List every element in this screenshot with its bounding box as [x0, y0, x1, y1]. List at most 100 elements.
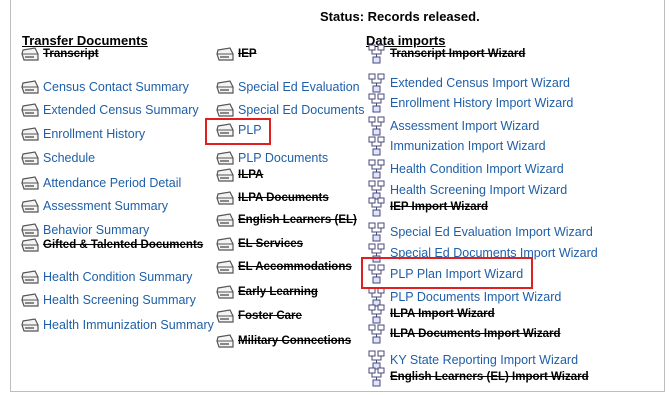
transfer-item-label: Behavior Summary: [43, 223, 150, 237]
transfer-item-label: Schedule: [43, 151, 96, 165]
transfer-item-label: Health Condition Summary: [43, 270, 193, 284]
document-icon: [215, 284, 235, 300]
doc-item-label: PLP Documents: [238, 151, 329, 165]
import-item-immunization-import-wizard[interactable]: Immunization Import Wizard: [367, 136, 546, 156]
import-item-iep-import-wizard: IEP Import Wizard: [367, 197, 488, 217]
import-item-label: Assessment Import Wizard: [390, 119, 540, 133]
import-item-label: KY State Reporting Import Wizard: [390, 353, 579, 367]
import-item-label: Health Screening Import Wizard: [390, 183, 568, 197]
transfer-item-label: Extended Census Summary: [43, 103, 199, 117]
transfer-item-health-screening-summary[interactable]: Health Screening Summary: [20, 292, 196, 308]
document-icon: [20, 222, 40, 238]
wizard-icon: [367, 159, 387, 179]
document-icon: [20, 317, 40, 333]
doc-item-foster-care: Foster Care: [215, 308, 302, 324]
wizard-icon: [367, 222, 387, 242]
import-item-special-ed-evaluation-import-wizard[interactable]: Special Ed Evaluation Import Wizard: [367, 222, 593, 242]
import-item-label: IEP Import Wizard: [390, 201, 489, 213]
doc-item-label: IEP: [238, 48, 257, 60]
highlight-plp-plan-import-wizard: [361, 257, 533, 289]
wizard-icon: [367, 93, 387, 113]
doc-item-special-ed-evaluation[interactable]: Special Ed Evaluation: [215, 79, 360, 95]
transfer-item-label: Attendance Period Detail: [43, 176, 182, 190]
document-icon: [215, 46, 235, 62]
transfer-item-label: Health Immunization Summary: [43, 318, 214, 332]
document-icon: [20, 198, 40, 214]
doc-item-label: Foster Care: [238, 310, 302, 322]
document-icon: [20, 292, 40, 308]
import-item-label: Health Condition Import Wizard: [390, 162, 564, 176]
doc-item-label: ILPA: [238, 169, 264, 181]
document-icon: [215, 212, 235, 228]
import-item-label: Transcript Import Wizard: [390, 48, 526, 60]
transfer-item-health-immunization-summary[interactable]: Health Immunization Summary: [20, 317, 214, 333]
doc-item-el-services: EL Services: [215, 236, 303, 252]
import-item-label: Special Ed Evaluation Import Wizard: [390, 225, 593, 239]
import-item-english-learners-el-import-wizard: English Learners (EL) Import Wizard: [367, 367, 589, 387]
doc-item-label: EL Services: [238, 238, 304, 250]
import-item-label: Immunization Import Wizard: [390, 139, 546, 153]
transfer-item-label: Enrollment History: [43, 127, 146, 141]
doc-item-special-ed-documents[interactable]: Special Ed Documents: [215, 102, 364, 118]
import-item-enrollment-history-import-wizard[interactable]: Enrollment History Import Wizard: [367, 93, 573, 113]
transfer-item-enrollment-history[interactable]: Enrollment History: [20, 126, 145, 142]
transfer-item-extended-census-summary[interactable]: Extended Census Summary: [20, 102, 199, 118]
document-icon: [215, 150, 235, 166]
transfer-item-gifted-and-talented-documents: Gifted & Talented Documents: [20, 237, 203, 253]
wizard-icon: [367, 197, 387, 217]
document-icon: [215, 167, 235, 183]
doc-item-early-learning: Early Learning: [215, 284, 318, 300]
import-item-transcript-import-wizard: Transcript Import Wizard: [367, 44, 525, 64]
document-icon: [215, 236, 235, 252]
highlight-plp: [205, 118, 271, 145]
import-item-extended-census-import-wizard[interactable]: Extended Census Import Wizard: [367, 73, 570, 93]
document-icon: [215, 190, 235, 206]
doc-item-el-accommodations: EL Accommodations: [215, 259, 352, 275]
import-item-health-condition-import-wizard[interactable]: Health Condition Import Wizard: [367, 159, 564, 179]
wizard-icon: [367, 44, 387, 64]
document-icon: [20, 175, 40, 191]
import-item-label: English Learners (EL) Import Wizard: [390, 371, 589, 383]
document-icon: [215, 259, 235, 275]
document-icon: [215, 308, 235, 324]
wizard-icon: [367, 324, 387, 344]
document-icon: [20, 150, 40, 166]
transfer-item-census-contact-summary[interactable]: Census Contact Summary: [20, 79, 189, 95]
wizard-icon: [367, 136, 387, 156]
doc-item-iep: IEP: [215, 46, 257, 62]
transfer-item-label: Health Screening Summary: [43, 293, 196, 307]
transfer-item-label: Assessment Summary: [43, 199, 169, 213]
document-icon: [20, 269, 40, 285]
document-icon: [215, 79, 235, 95]
import-item-ilpa-documents-import-wizard: ILPA Documents Import Wizard: [367, 324, 561, 344]
import-item-label: Extended Census Import Wizard: [390, 76, 570, 90]
transfer-item-attendance-period-detail[interactable]: Attendance Period Detail: [20, 175, 181, 191]
document-icon: [20, 79, 40, 95]
import-item-ilpa-import-wizard: ILPA Import Wizard: [367, 304, 495, 324]
transfer-item-behavior-summary[interactable]: Behavior Summary: [20, 222, 149, 238]
doc-item-label: EL Accommodations: [238, 261, 352, 273]
transfer-item-label: Transcript: [43, 48, 99, 60]
doc-item-label: Special Ed Evaluation: [238, 80, 360, 94]
status-text: Status: Records released.: [320, 9, 480, 24]
transfer-item-health-condition-summary[interactable]: Health Condition Summary: [20, 269, 192, 285]
transfer-item-assessment-summary[interactable]: Assessment Summary: [20, 198, 168, 214]
import-item-label: ILPA Documents Import Wizard: [390, 328, 561, 340]
doc-item-plp-documents[interactable]: PLP Documents: [215, 150, 328, 166]
doc-item-label: Early Learning: [238, 286, 318, 298]
import-item-label: ILPA Import Wizard: [390, 308, 495, 320]
transfer-item-schedule[interactable]: Schedule: [20, 150, 95, 166]
wizard-icon: [367, 73, 387, 93]
wizard-icon: [367, 304, 387, 324]
doc-item-ilpa: ILPA: [215, 167, 263, 183]
doc-item-military-connections: Military Connections: [215, 333, 351, 349]
transfer-item-label: Gifted & Talented Documents: [43, 239, 204, 251]
doc-item-label: Military Connections: [238, 335, 352, 347]
doc-item-label: English Learners (EL): [238, 214, 357, 226]
document-icon: [20, 237, 40, 253]
import-item-label: Enrollment History Import Wizard: [390, 96, 574, 110]
document-icon: [20, 46, 40, 62]
doc-item-label: ILPA Documents: [238, 192, 329, 204]
import-item-assessment-import-wizard[interactable]: Assessment Import Wizard: [367, 116, 539, 136]
document-icon: [20, 102, 40, 118]
